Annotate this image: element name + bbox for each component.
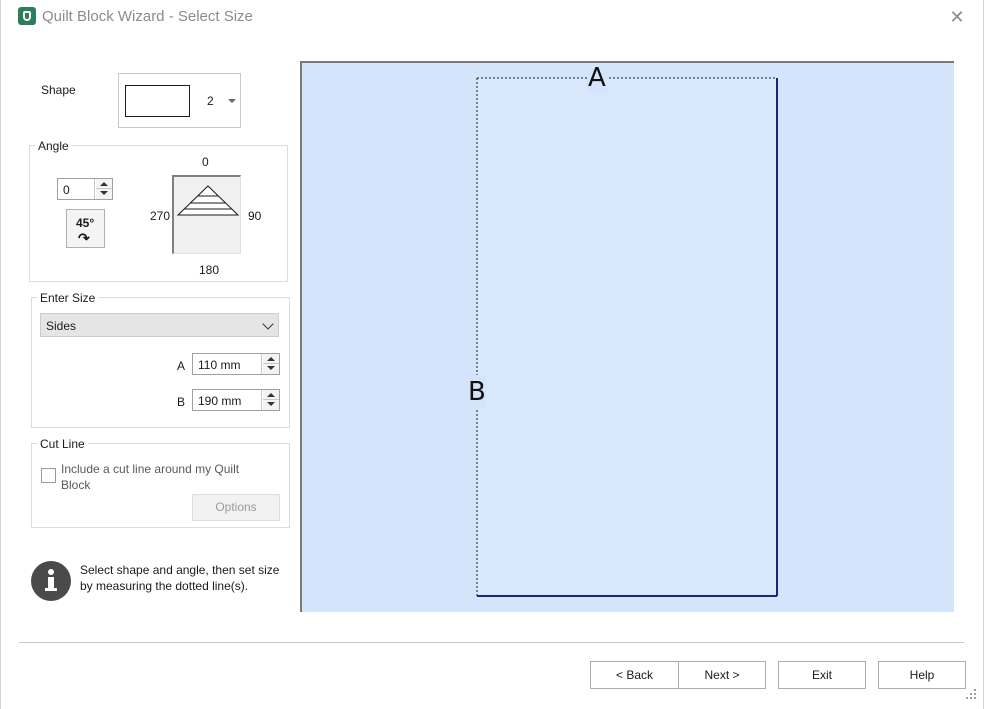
enter-size-group-title: Enter Size (37, 291, 99, 305)
chevron-down-icon (262, 318, 274, 330)
side-a-spin-down[interactable] (263, 364, 279, 374)
side-a-spin-up[interactable] (263, 354, 279, 364)
quilt-block-wizard-window: Quilt Block Wizard - Select Size ✕ Shape… (0, 0, 984, 709)
angle-compass-left: 270 (150, 209, 171, 223)
back-button[interactable]: < Back (590, 661, 679, 689)
help-button[interactable]: Help (878, 661, 966, 689)
angle-value: 0 (63, 183, 70, 197)
side-b-value: 190 mm (198, 394, 242, 408)
angle-group-title: Angle (35, 139, 72, 153)
shape-number: 2 (207, 94, 214, 108)
size-mode-select[interactable]: Sides (40, 313, 279, 337)
info-text: Select shape and angle, then set size by… (80, 563, 280, 593)
cut-line-options-button: Options (192, 494, 280, 521)
angle-spinner[interactable]: 0 (57, 178, 113, 200)
shape-picker[interactable]: 2 (118, 73, 241, 128)
chevron-down-icon (228, 99, 236, 103)
dimension-label-b: B (468, 375, 486, 409)
side-b-spin-up[interactable] (263, 390, 279, 400)
side-a-value: 110 mm (198, 358, 241, 372)
footer-separator (19, 642, 964, 643)
rotate-45-icon: 45° (76, 216, 95, 230)
next-button[interactable]: Next > (678, 661, 766, 689)
dimension-label-a: A (587, 63, 607, 93)
block-shape-outline (476, 77, 778, 597)
angle-compass-bottom: 180 (199, 263, 220, 277)
size-mode-value: Sides (46, 319, 77, 333)
shape-label: Shape (41, 83, 76, 97)
title-bar: Quilt Block Wizard - Select Size ✕ (1, 0, 984, 34)
app-icon (18, 7, 36, 25)
rotate-45-button[interactable]: 45° ↷ (66, 209, 105, 248)
angle-compass-top: 0 (202, 155, 209, 169)
side-b-spinner[interactable]: 190 mm (192, 389, 280, 411)
shape-preview (125, 85, 190, 117)
side-a-spinner[interactable]: 110 mm (192, 353, 280, 375)
close-icon[interactable]: ✕ (943, 6, 971, 28)
cut-line-checkbox-label[interactable]: Include a cut line around my Quilt Block (61, 461, 266, 493)
side-b-spin-down[interactable] (263, 400, 279, 410)
window-title: Quilt Block Wizard - Select Size (42, 8, 253, 25)
cut-line-group-title: Cut Line (37, 437, 88, 451)
side-b-spin-buttons (261, 390, 279, 410)
rotate-arrow-icon: ↷ (78, 230, 90, 246)
side-b-label: B (177, 395, 186, 409)
info-icon (31, 561, 71, 601)
block-preview-canvas[interactable]: A B (300, 61, 954, 612)
angle-spin-up[interactable] (96, 179, 112, 189)
cut-line-checkbox[interactable] (41, 468, 56, 483)
triangle-orientation-icon (176, 185, 240, 216)
side-a-spin-buttons (261, 354, 279, 374)
angle-compass-right: 90 (248, 209, 262, 223)
side-a-label: A (177, 359, 186, 373)
angle-preview[interactable] (172, 175, 241, 254)
exit-button[interactable]: Exit (778, 661, 866, 689)
angle-spin-down[interactable] (96, 189, 112, 199)
resize-grip-icon[interactable] (966, 689, 978, 701)
angle-spin-buttons (94, 179, 112, 199)
